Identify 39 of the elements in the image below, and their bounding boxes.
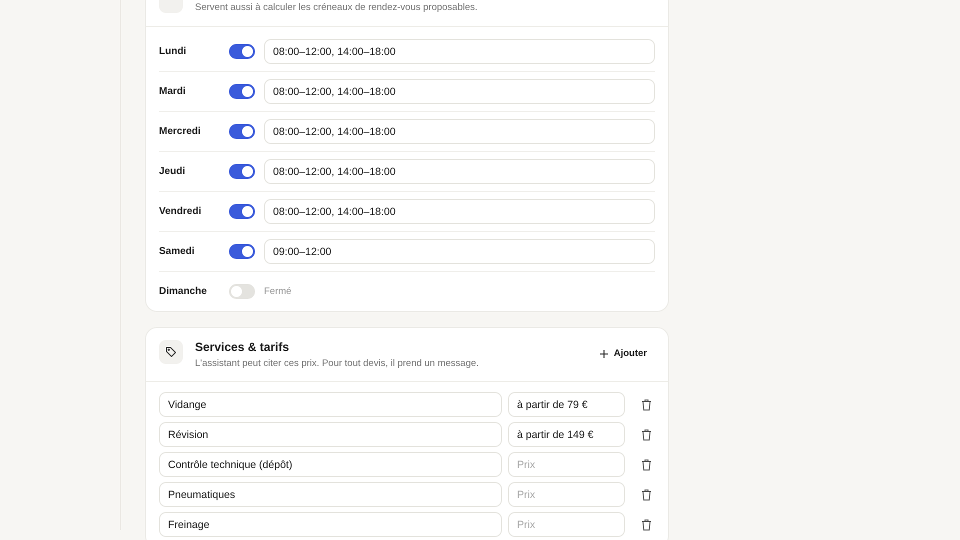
delete-icon[interactable] — [641, 488, 652, 500]
price-field[interactable]: à partir de 79 € — [508, 392, 625, 417]
hours-field[interactable]: 08:00–12:00, 14:00–18:00 — [264, 39, 655, 64]
day-label: Mardi — [159, 86, 187, 97]
day-label: Jeudi — [159, 166, 186, 177]
service-name-field[interactable]: Pneumatiques — [159, 482, 502, 507]
price-field[interactable]: à partir de 149 € — [508, 422, 625, 447]
toggle-switch[interactable] — [229, 84, 255, 99]
toggle-switch[interactable] — [229, 124, 255, 139]
add-button[interactable]: Ajouter — [592, 340, 655, 367]
service-name-field[interactable]: Freinage — [159, 512, 502, 537]
toggle-switch[interactable] — [229, 284, 255, 299]
plus-icon — [600, 350, 608, 358]
service-name-field[interactable]: Vidange — [159, 392, 502, 417]
toggle-switch[interactable] — [229, 44, 255, 59]
hours-field[interactable]: 08:00–12:00, 14:00–18:00 — [264, 119, 655, 144]
hours-field[interactable]: 08:00–12:00, 14:00–18:00 — [264, 199, 655, 224]
delete-icon[interactable] — [641, 518, 652, 530]
day-label: Dimanche — [159, 286, 208, 297]
toggle-switch[interactable] — [229, 164, 255, 179]
day-label: Vendredi — [159, 206, 202, 217]
delete-icon[interactable] — [641, 428, 652, 440]
card-subtitle: Servent aussi à calculer les créneaux de rendez-vous proposables. — [195, 2, 479, 13]
delete-icon[interactable] — [641, 458, 652, 470]
delete-icon[interactable] — [641, 398, 652, 410]
day-label: Samedi — [159, 246, 196, 257]
hours-field[interactable]: 09:00–12:00 — [264, 239, 655, 264]
tag-icon — [159, 340, 183, 364]
toggle-switch[interactable] — [229, 204, 255, 219]
day-label: Lundi — [159, 46, 188, 57]
hours-field[interactable]: 08:00–12:00, 14:00–18:00 — [264, 159, 655, 184]
toggle-switch[interactable] — [229, 244, 255, 259]
service-name-field[interactable]: Contrôle technique (dépôt) — [159, 452, 502, 477]
service-name-field[interactable]: Révision — [159, 422, 502, 447]
card-subtitle: L'assistant peut citer ces prix. Pour tout devis, il prend un message. — [195, 358, 480, 369]
card-title: Services & tarifs — [195, 340, 290, 354]
hours-field[interactable]: 08:00–12:00, 14:00–18:00 — [264, 79, 655, 104]
closed-label: Fermé — [264, 286, 292, 297]
day-label: Mercredi — [159, 126, 202, 137]
